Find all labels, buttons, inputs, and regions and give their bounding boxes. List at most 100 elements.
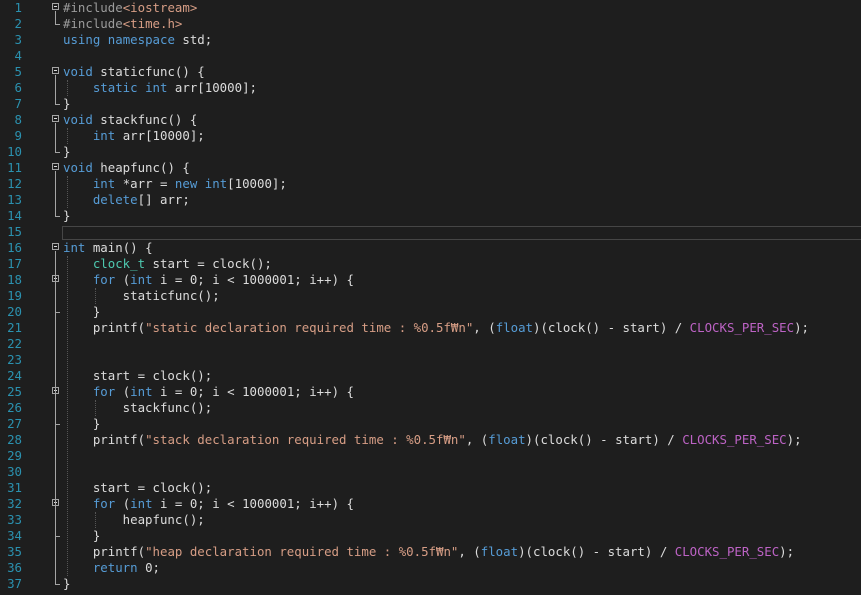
code-line[interactable]: 1 #include<iostream> <box>0 0 861 16</box>
code-line[interactable]: 24 start = clock(); <box>0 368 861 384</box>
code-editor[interactable]: 1 #include<iostream> 2 #include<time.h> 3 usi… <box>0 0 861 595</box>
collapse-icon[interactable] <box>52 163 59 170</box>
code-text[interactable]: } <box>63 144 70 160</box>
collapse-icon[interactable] <box>52 67 59 74</box>
code-text[interactable]: } <box>63 528 100 544</box>
code-token: CLOCKS_PER_SEC <box>674 544 780 559</box>
code-text[interactable]: void staticfunc() { <box>63 64 205 80</box>
code-line[interactable]: 34 } <box>0 528 861 544</box>
code-text[interactable]: } <box>63 96 70 112</box>
code-line[interactable]: 18 for (int i = 0; i < 1000001; i++) { <box>0 272 861 288</box>
code-text[interactable]: using namespace std; <box>63 32 212 48</box>
code-line[interactable]: 37} <box>0 576 861 592</box>
code-text[interactable]: delete[] arr; <box>63 192 190 208</box>
code-line[interactable]: 36 return 0; <box>0 560 861 576</box>
code-line[interactable]: 19 staticfunc(); <box>0 288 861 304</box>
code-token: int <box>130 272 153 287</box>
code-text[interactable]: void heapfunc() { <box>63 160 190 176</box>
code-text[interactable]: } <box>63 416 100 432</box>
code-line[interactable]: 15 <box>0 224 861 240</box>
code-text[interactable]: static int arr[10000]; <box>63 80 257 96</box>
outline-guide <box>55 11 56 24</box>
code-text[interactable]: for (int i = 0; i < 1000001; i++) { <box>63 384 354 400</box>
outline-guide <box>55 507 56 536</box>
code-token: ); <box>779 544 795 559</box>
code-text[interactable]: staticfunc(); <box>63 288 220 304</box>
code-text[interactable]: for (int i = 0; i < 1000001; i++) { <box>63 496 354 512</box>
code-text[interactable]: start = clock(); <box>63 480 212 496</box>
code-line[interactable]: 28 printf("stack declaration required ti… <box>0 432 861 448</box>
code-text[interactable]: #include<time.h> <box>63 16 182 32</box>
line-number: 2 <box>14 16 22 31</box>
code-line[interactable]: 8 void stackfunc() { <box>0 112 861 128</box>
code-text[interactable]: } <box>63 208 70 224</box>
code-line[interactable]: 12 int *arr = new int[10000]; <box>0 176 861 192</box>
code-line[interactable]: 3 using namespace std; <box>0 32 861 48</box>
line-number: 26 <box>7 400 22 415</box>
code-text[interactable]: } <box>63 304 100 320</box>
code-line[interactable]: 22 <box>0 336 861 352</box>
collapse-icon[interactable] <box>52 243 59 250</box>
code-line[interactable]: 14} <box>0 208 861 224</box>
code-text[interactable]: start = clock(); <box>63 368 212 384</box>
line-number: 10 <box>7 144 22 159</box>
code-line[interactable]: 6 static int arr[10000]; <box>0 80 861 96</box>
code-text[interactable]: #include<iostream> <box>63 0 197 16</box>
code-text[interactable]: printf("stack declaration required time … <box>63 432 802 448</box>
code-text[interactable]: } <box>63 576 70 592</box>
code-line[interactable]: 32 for (int i = 0; i < 1000001; i++) { <box>0 496 861 512</box>
code-line[interactable]: 2 #include<time.h> <box>0 16 861 32</box>
code-text[interactable]: return 0; <box>63 560 160 576</box>
code-token: float <box>480 544 519 559</box>
code-text[interactable]: stackfunc(); <box>63 400 213 416</box>
code-line[interactable]: 27 } <box>0 416 861 432</box>
code-line[interactable]: 10} <box>0 144 861 160</box>
code-token: *arr = <box>115 176 175 191</box>
code-token: float <box>488 432 526 447</box>
code-text[interactable]: for (int i = 0; i < 1000001; i++) { <box>63 272 354 288</box>
code-line[interactable]: 35 printf("heap declaration required tim… <box>0 544 861 560</box>
code-text[interactable]: printf("heap declaration required time :… <box>63 544 794 560</box>
code-line[interactable]: 25 for (int i = 0; i < 1000001; i++) { <box>0 384 861 400</box>
code-text[interactable]: int main() { <box>63 240 153 256</box>
code-token: printf( <box>63 544 146 559</box>
code-line[interactable]: 23 <box>0 352 861 368</box>
code-token: )(clock() - start) / <box>518 544 675 559</box>
code-token: <time.h> <box>122 16 183 31</box>
code-token: new <box>174 176 198 191</box>
line-number: 37 <box>7 576 22 591</box>
code-line[interactable]: 16 int main() { <box>0 240 861 256</box>
code-line[interactable]: 29 <box>0 448 861 464</box>
code-line[interactable]: 30 <box>0 464 861 480</box>
collapse-icon[interactable] <box>52 115 59 122</box>
code-line[interactable]: 20 } <box>0 304 861 320</box>
code-text[interactable]: printf("static declaration required time… <box>63 320 809 336</box>
indent-guide <box>95 512 96 528</box>
code-token: 0; <box>137 560 160 575</box>
code-text[interactable]: int arr[10000]; <box>63 128 205 144</box>
line-number: 32 <box>7 496 22 511</box>
code-line[interactable]: 5 void staticfunc() { <box>0 64 861 80</box>
code-token: using <box>63 32 101 47</box>
code-line[interactable]: 21 printf("static declaration required t… <box>0 320 861 336</box>
code-text[interactable]: void stackfunc() { <box>63 112 197 128</box>
code-text[interactable]: clock_t start = clock(); <box>63 256 272 272</box>
line-number: 24 <box>7 368 22 383</box>
code-text[interactable]: heapfunc(); <box>63 512 205 528</box>
code-line[interactable]: 33 heapfunc(); <box>0 512 861 528</box>
code-line[interactable]: 17 clock_t start = clock(); <box>0 256 861 272</box>
line-number: 18 <box>7 272 22 287</box>
code-token: int <box>130 496 153 511</box>
code-line[interactable]: 11 void heapfunc() { <box>0 160 861 176</box>
code-text[interactable]: int *arr = new int[10000]; <box>63 176 287 192</box>
code-line[interactable]: 4 <box>0 48 861 64</box>
code-line[interactable]: 26 stackfunc(); <box>0 400 861 416</box>
collapse-icon[interactable] <box>52 3 59 10</box>
code-token: start = clock(); <box>63 368 213 383</box>
code-line[interactable]: 9 int arr[10000]; <box>0 128 861 144</box>
code-line[interactable]: 31 start = clock(); <box>0 480 861 496</box>
code-line[interactable]: 13 delete[] arr; <box>0 192 861 208</box>
code-line[interactable]: 7} <box>0 96 861 112</box>
line-number: 29 <box>7 448 22 463</box>
